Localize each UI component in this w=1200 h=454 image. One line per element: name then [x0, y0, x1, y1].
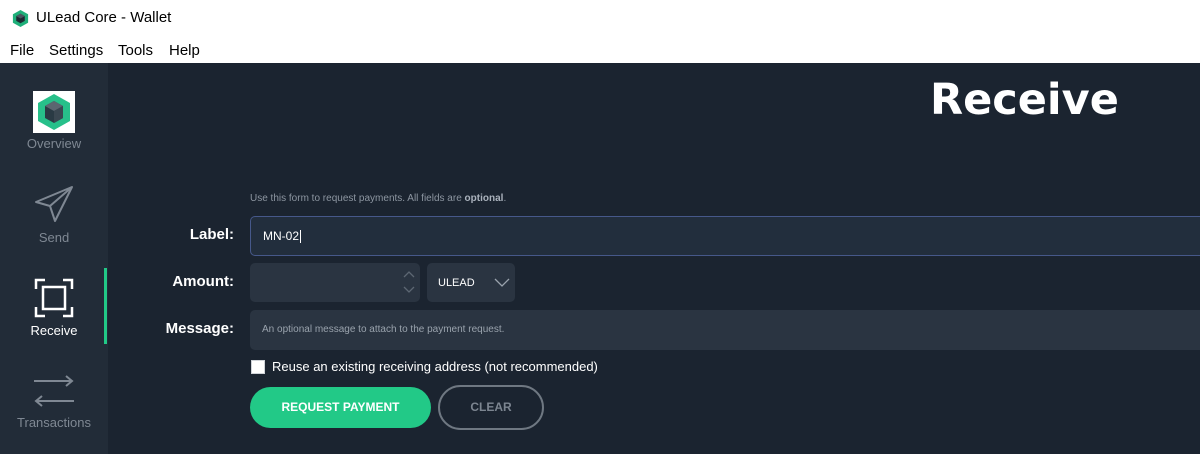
chevron-down-icon[interactable]	[403, 285, 415, 295]
menu-help[interactable]: Help	[169, 42, 200, 59]
request-payment-button[interactable]: REQUEST PAYMENT	[250, 387, 431, 428]
active-indicator	[104, 268, 107, 344]
chevron-down-icon	[494, 278, 510, 287]
qr-frame-icon	[34, 278, 74, 318]
hint-end: .	[503, 193, 507, 204]
label-input[interactable]: MN-02	[250, 216, 1200, 256]
unit-value: ULEAD	[438, 277, 475, 289]
hint-text: Use this form to request payments. All f…	[250, 193, 465, 204]
menu-file[interactable]: File	[10, 42, 34, 59]
menu-bar: File Settings Tools Help	[0, 38, 1200, 63]
text-caret	[300, 230, 302, 244]
page-title: Receive	[930, 75, 1119, 125]
amount-field-label: Amount:	[172, 273, 234, 290]
sidebar-item-label: Send	[38, 230, 70, 245]
sidebar-item-send[interactable]: Send	[0, 175, 108, 265]
ulead-logo-icon	[33, 91, 75, 133]
message-field-label: Message:	[165, 320, 234, 337]
menu-settings[interactable]: Settings	[49, 42, 103, 59]
menu-tools[interactable]: Tools	[118, 42, 153, 59]
swap-arrows-icon	[34, 375, 74, 407]
ulead-logo-icon	[12, 9, 29, 28]
sidebar: Overview Send Receive Transactions	[0, 63, 108, 454]
sidebar-item-transactions[interactable]: Transactions	[0, 361, 108, 451]
amount-input[interactable]	[250, 263, 420, 302]
paper-plane-icon	[35, 186, 73, 222]
clear-button[interactable]: CLEAR	[438, 385, 544, 430]
sidebar-item-label: Receive	[30, 323, 78, 338]
label-input-value: MN-02	[263, 229, 300, 243]
reuse-address-label[interactable]: Reuse an existing receiving address (not…	[272, 359, 598, 374]
unit-select[interactable]: ULEAD	[427, 263, 515, 302]
sidebar-item-label: Overview	[26, 136, 82, 151]
chevron-up-icon[interactable]	[403, 269, 415, 279]
window-title: ULead Core - Wallet	[36, 9, 172, 26]
message-placeholder: An optional message to attach to the pay…	[262, 324, 505, 335]
message-input[interactable]: An optional message to attach to the pay…	[250, 310, 1200, 350]
sidebar-item-receive[interactable]: Receive	[0, 268, 108, 358]
form-hint: Use this form to request payments. All f…	[250, 193, 506, 204]
sidebar-item-overview[interactable]: Overview	[0, 81, 108, 171]
hint-emphasis: optional	[464, 193, 504, 204]
sidebar-item-label: Transactions	[17, 415, 91, 430]
main-panel: Receive Use this form to request payment…	[108, 63, 1200, 454]
reuse-address-checkbox[interactable]	[251, 360, 265, 374]
label-field-label: Label:	[189, 226, 234, 243]
title-bar: ULead Core - Wallet	[0, 0, 1200, 38]
